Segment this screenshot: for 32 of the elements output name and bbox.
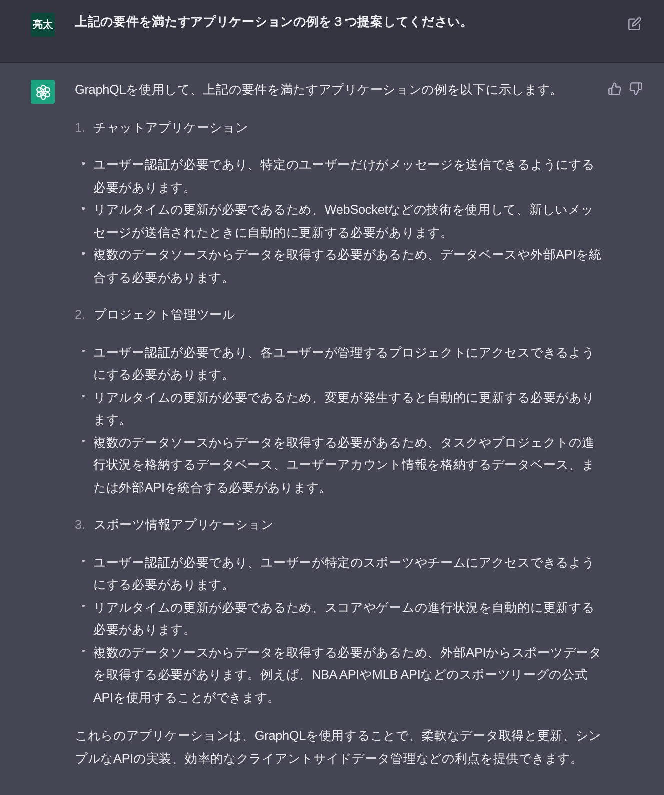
bullet-dot (82, 440, 84, 442)
bullet-text: リアルタイムの更新が必要であるため、WebSocketなどの技術を使用して、新しいメッセージが送信されたときに自動的に更新する必要があります。 (94, 202, 595, 242)
conclusion-paragraph: これらのアプリケーションは、GraphQLを使用することで、柔軟なデータ取得と更新、シンプルなAPIの実装、効率的なクライアントサイドデータ管理などの利点を提供できます。 (75, 728, 603, 768)
user-avatar: 亮太 (31, 13, 55, 37)
section-title: チャットアプリケーション (94, 120, 248, 136)
bullet-text: 複数のデータソースからデータを取得する必要があるため、外部APIからスポーツデータを取得する必要があります。例えば、NBA APIやMLB APIなどのスポーツリーグの公式APIを使用することができます。 (94, 644, 603, 706)
bullet-dot (82, 350, 84, 352)
list-number: 2. (75, 307, 86, 324)
bullet-dot (82, 162, 84, 164)
list-number: 1. (75, 120, 86, 136)
intro-paragraph: GraphQLを使用して、上記の要件を満たすアプリケーションの例を以下に示します。 (75, 82, 564, 99)
bullet-text: ユーザー認証が必要であり、ユーザーが特定のスポーツやチームにアクセスできるようにする必要があります。 (94, 554, 596, 594)
knot-logo-icon (34, 84, 52, 100)
bullet-text: 複数のデータソースからデータを取得する必要があるため、タスクやプロジェクトの進行状況を格納するデータベース、ユーザーアカウント情報を格納するデータベース、または外部APIを統合する必要があります。 (94, 434, 596, 496)
bullet-dot (82, 560, 84, 562)
section-title: スポーツ情報アプリケーション (94, 517, 274, 534)
bullet-text: リアルタイムの更新が必要であるため、変更が発生すると自動的に更新する必要があります。 (94, 390, 596, 429)
bullet-dot (82, 252, 84, 254)
bullet-text: 複数のデータソースからデータを取得する必要があるため、データベースや外部APIを統合する必要があります。 (94, 247, 603, 286)
thumbs-down-icon[interactable] (629, 82, 643, 96)
bullet-dot (82, 650, 84, 652)
section-title: プロジェクト管理ツール (94, 307, 236, 324)
bullet-dot (82, 394, 84, 397)
bullet-text: リアルタイムの更新が必要であるため、スコアやゲームの進行状況を自動的に更新する必要があります。 (94, 600, 596, 639)
bullet-dot (82, 604, 84, 607)
bullet-dot (82, 207, 84, 210)
bullet-text: ユーザー認証が必要であり、特定のユーザーだけがメッセージを送信できるようにする必要があります。 (94, 157, 596, 196)
list-number: 3. (75, 517, 86, 534)
thumbs-up-icon[interactable] (608, 82, 622, 96)
edit-icon[interactable] (628, 17, 642, 31)
bullet-text: ユーザー認証が必要であり、各ユーザーが管理するプロジェクトにアクセスできるようにする必要があります。 (94, 344, 596, 384)
user-message: 上記の要件を満たすアプリケーションの例を３つ提案してください。 (75, 14, 474, 31)
